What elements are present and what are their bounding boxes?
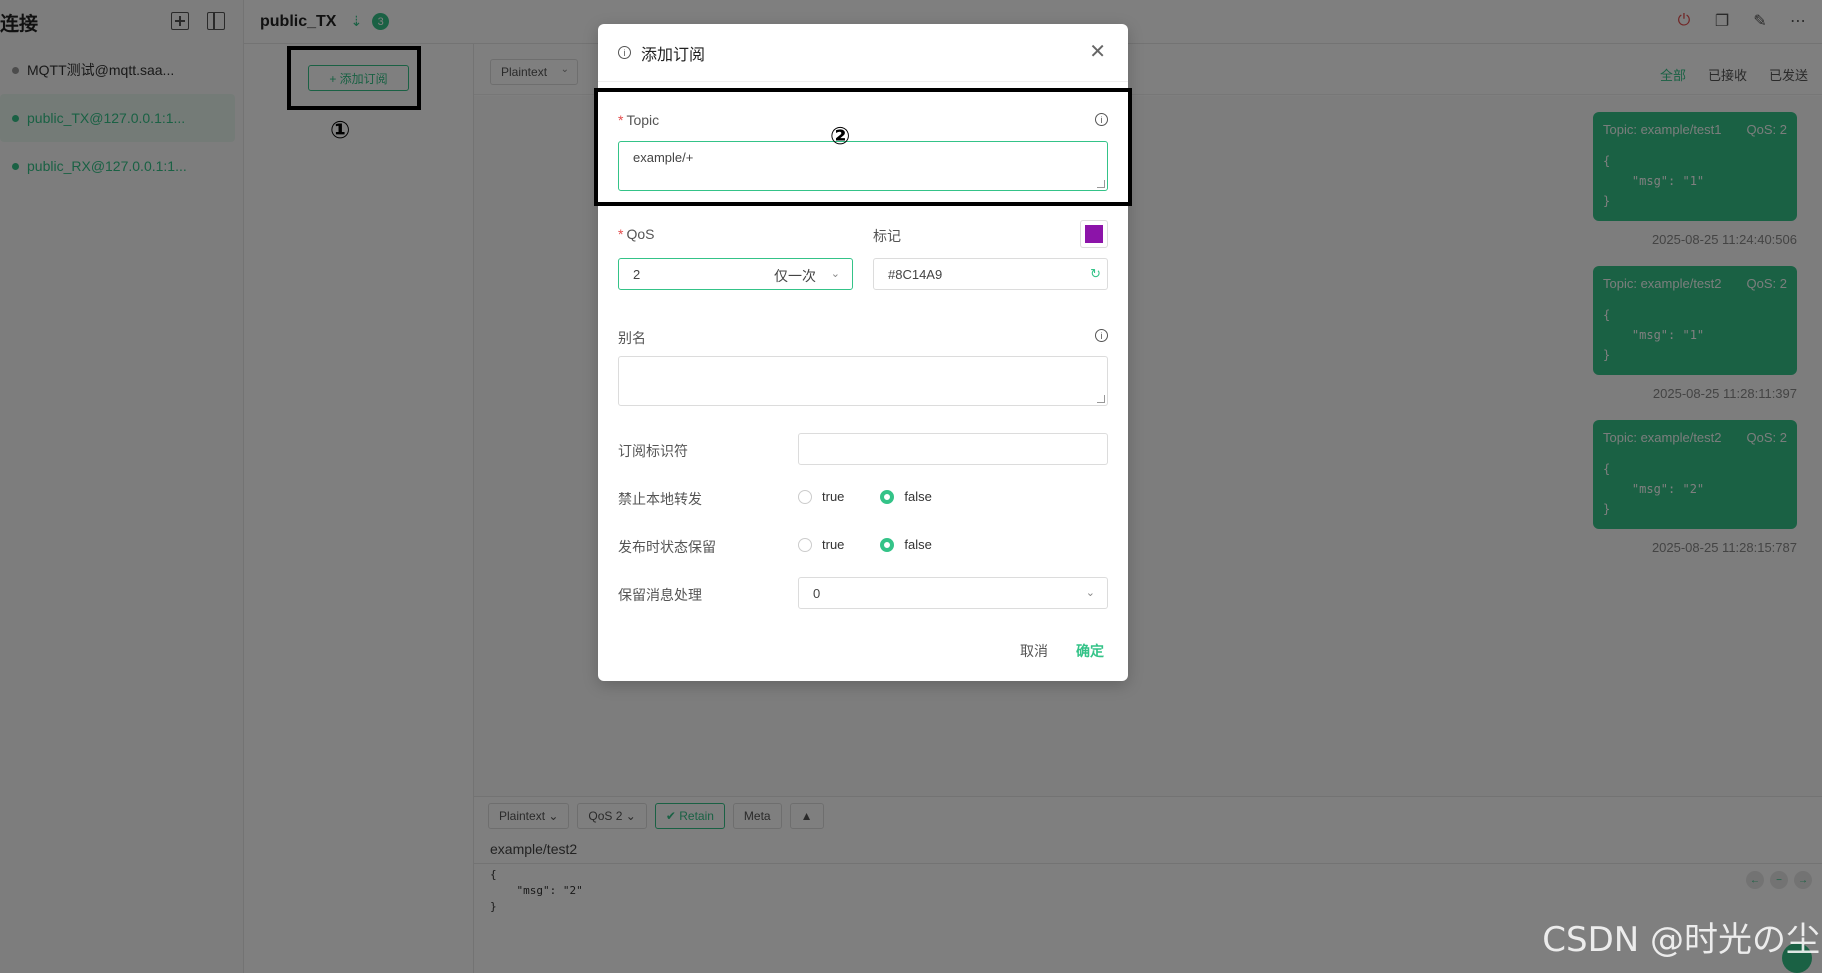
alias-input[interactable] [618,356,1108,406]
resize-handle[interactable] [1097,395,1105,403]
alias-info-icon[interactable]: i [1095,329,1108,342]
watermark: CSDN @时光の尘 [1542,920,1820,960]
radio-label: true [822,489,845,504]
no-local-label: 禁止本地转发 [618,491,702,507]
retain-handling-label: 保留消息处理 [618,587,702,603]
retain-as-published-label: 发布时状态保留 [618,539,716,555]
color-input[interactable]: #8C14A9 ↻ [873,258,1108,290]
color-swatch-fill [1085,225,1103,243]
info-icon: i [618,46,631,59]
color-swatch[interactable] [1080,220,1108,248]
subscription-identifier-label: 订阅标识符 [618,443,688,459]
qos-label: * QoS [618,226,655,242]
cancel-button[interactable]: 取消 [1020,641,1048,661]
mark-label: 标记 [873,228,901,244]
annotation-box-step2 [594,88,1132,206]
qos-select[interactable]: 2 仅一次 ⌄ [618,258,853,290]
radio-label: false [904,537,932,552]
no-local-radio-group: true false [798,489,932,504]
retain-as-published-radio-group: true false [798,537,932,552]
no-local-false-radio[interactable] [880,489,895,504]
qos-description: 仅一次 [774,268,816,284]
retain-handling-value: 0 [813,585,821,601]
refresh-icon[interactable]: ↻ [1090,266,1101,282]
chevron-down-icon: ⌄ [1085,587,1095,599]
alias-label: 别名 [618,330,646,346]
dialog-header: i 添加订阅 ✕ [598,24,1128,82]
radio-label: true [822,537,845,552]
rap-true-radio[interactable] [798,537,812,552]
rap-false-radio[interactable] [880,537,895,552]
qos-value: 2 [633,266,641,282]
annotation-step2: ② [830,122,851,150]
no-local-true-radio[interactable] [798,489,812,504]
dialog-title: 添加订阅 [641,46,706,64]
dialog-footer: 取消 确定 [1020,641,1104,661]
close-icon[interactable]: ✕ [1089,42,1106,62]
retain-handling-select[interactable]: 0 ⌄ [798,577,1108,609]
subscription-identifier-input[interactable] [798,433,1108,465]
color-value: #8C14A9 [888,266,943,282]
confirm-button[interactable]: 确定 [1076,641,1104,661]
qos-label-text: QoS [626,226,655,242]
chevron-down-icon: ⌄ [830,268,840,280]
radio-label: false [904,489,932,504]
